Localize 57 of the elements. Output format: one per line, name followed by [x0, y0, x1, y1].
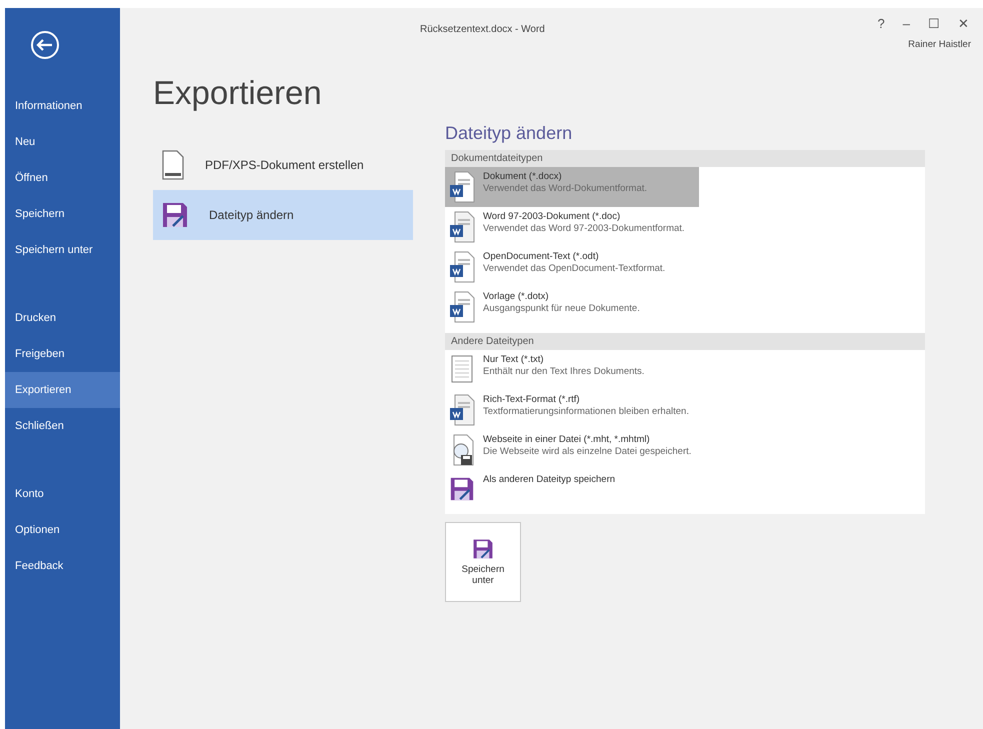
sidebar-item[interactable]: Öffnen	[5, 160, 120, 196]
file-type-description: Ausgangspunkt für neue Dokumente.	[483, 303, 641, 316]
window-title: Rücksetzentext.docx - Word	[420, 24, 545, 37]
file-type-name: Nur Text (*.txt)	[483, 354, 545, 365]
floppy-icon	[472, 538, 494, 560]
sidebar-item[interactable]: Speichern unter	[5, 232, 120, 268]
window-control[interactable]: ✕	[956, 16, 971, 31]
file-type-name: Word 97-2003-Dokument (*.doc)	[483, 211, 622, 222]
file-type-name: Vorlage (*.dotx)	[483, 291, 550, 302]
group-header: Dokumentdateitypen	[445, 150, 925, 167]
word-file-icon	[449, 211, 475, 243]
word-file-icon	[449, 291, 475, 323]
sidebar-item[interactable]: Schließen	[5, 408, 120, 444]
sidebar-item[interactable]: Optionen	[5, 512, 120, 548]
file-type-name: Rich-Text-Format (*.rtf)	[483, 394, 581, 405]
file-type-name: Dokument (*.docx)	[483, 171, 563, 182]
floppy-icon	[161, 201, 189, 229]
file-type-item[interactable]: Word 97-2003-Dokument (*.doc) Verwendet das Word 97-2003-Dokumentformat.	[445, 207, 699, 247]
sidebar-item[interactable]: Freigeben	[5, 336, 120, 372]
window-control[interactable]: ?	[876, 16, 887, 31]
file-type-item[interactable]: Dokument (*.docx) Verwendet das Word-Dokumentformat.	[445, 167, 699, 207]
file-type-item[interactable]: Rich-Text-Format (*.rtf) Textformatierungsinformationen bleiben erhalten.	[445, 390, 699, 430]
file-type-item[interactable]: Nur Text (*.txt) Enthält nur den Text Ihres Dokuments.	[445, 350, 699, 390]
sidebar-item[interactable]: Speichern	[5, 196, 120, 232]
file-type-item[interactable]: OpenDocument-Text (*.odt) Verwendet das OpenDocument-Textformat.	[445, 247, 699, 287]
document-icon	[161, 150, 185, 180]
file-type-description: Die Webseite wird als einzelne Datei gespeichert.	[483, 446, 692, 458]
sidebar-item[interactable]: Exportieren	[5, 372, 120, 408]
file-type-description: Textformatierungsinformationen bleiben erhalten.	[483, 406, 690, 418]
group-header: Andere Dateitypen	[445, 333, 925, 350]
sidebar-item[interactable]: Feedback	[5, 548, 120, 584]
word-file-icon	[449, 171, 475, 203]
sidebar-item[interactable]: Drucken	[5, 300, 120, 336]
file-type-name: Als anderen Dateityp speichern	[483, 474, 616, 485]
word-file-icon	[449, 394, 475, 426]
sidebar-item[interactable]: Konto	[5, 476, 120, 512]
file-type-item[interactable]: Als anderen Dateityp speichern	[445, 470, 699, 508]
file-type-name: Webseite in einer Datei (*.mht, *.mhtml)	[483, 434, 651, 445]
save-as-button[interactable]: Speichern unter	[445, 522, 521, 602]
file-type-item[interactable]: Webseite in einer Datei (*.mht, *.mhtml) Die Webseite wird als einzelne Datei gespeichert.	[445, 430, 699, 470]
sidebar-item[interactable]: Neu	[5, 124, 120, 160]
window-control[interactable]: –	[900, 16, 912, 31]
page-title: Exportieren	[153, 74, 323, 112]
file-type-description: Enthält nur den Text Ihres Dokuments.	[483, 366, 646, 378]
file-type-description: Verwendet das Word 97-2003-Dokumentformat.	[483, 223, 686, 236]
user-name[interactable]: Rainer Haistler	[908, 39, 971, 50]
file-type-description: Verwendet das Word-Dokumentformat.	[483, 183, 648, 196]
sidebar-item[interactable]: Informationen	[5, 88, 120, 124]
file-type-name: OpenDocument-Text (*.odt)	[483, 251, 600, 262]
file-type-item[interactable]: Vorlage (*.dotx) Ausgangspunkt für neue Dokumente.	[445, 287, 699, 327]
word-file-icon	[449, 251, 475, 283]
export-option[interactable]: PDF/XPS-Dokument erstellen	[153, 140, 413, 190]
window-control[interactable]: ☐	[926, 16, 942, 31]
file-type-description: Verwendet das OpenDocument-Textformat.	[483, 263, 666, 276]
back-icon[interactable]	[30, 30, 60, 60]
export-option[interactable]: Dateityp ändern	[153, 190, 413, 240]
section-heading: Dateityp ändern	[445, 123, 574, 144]
